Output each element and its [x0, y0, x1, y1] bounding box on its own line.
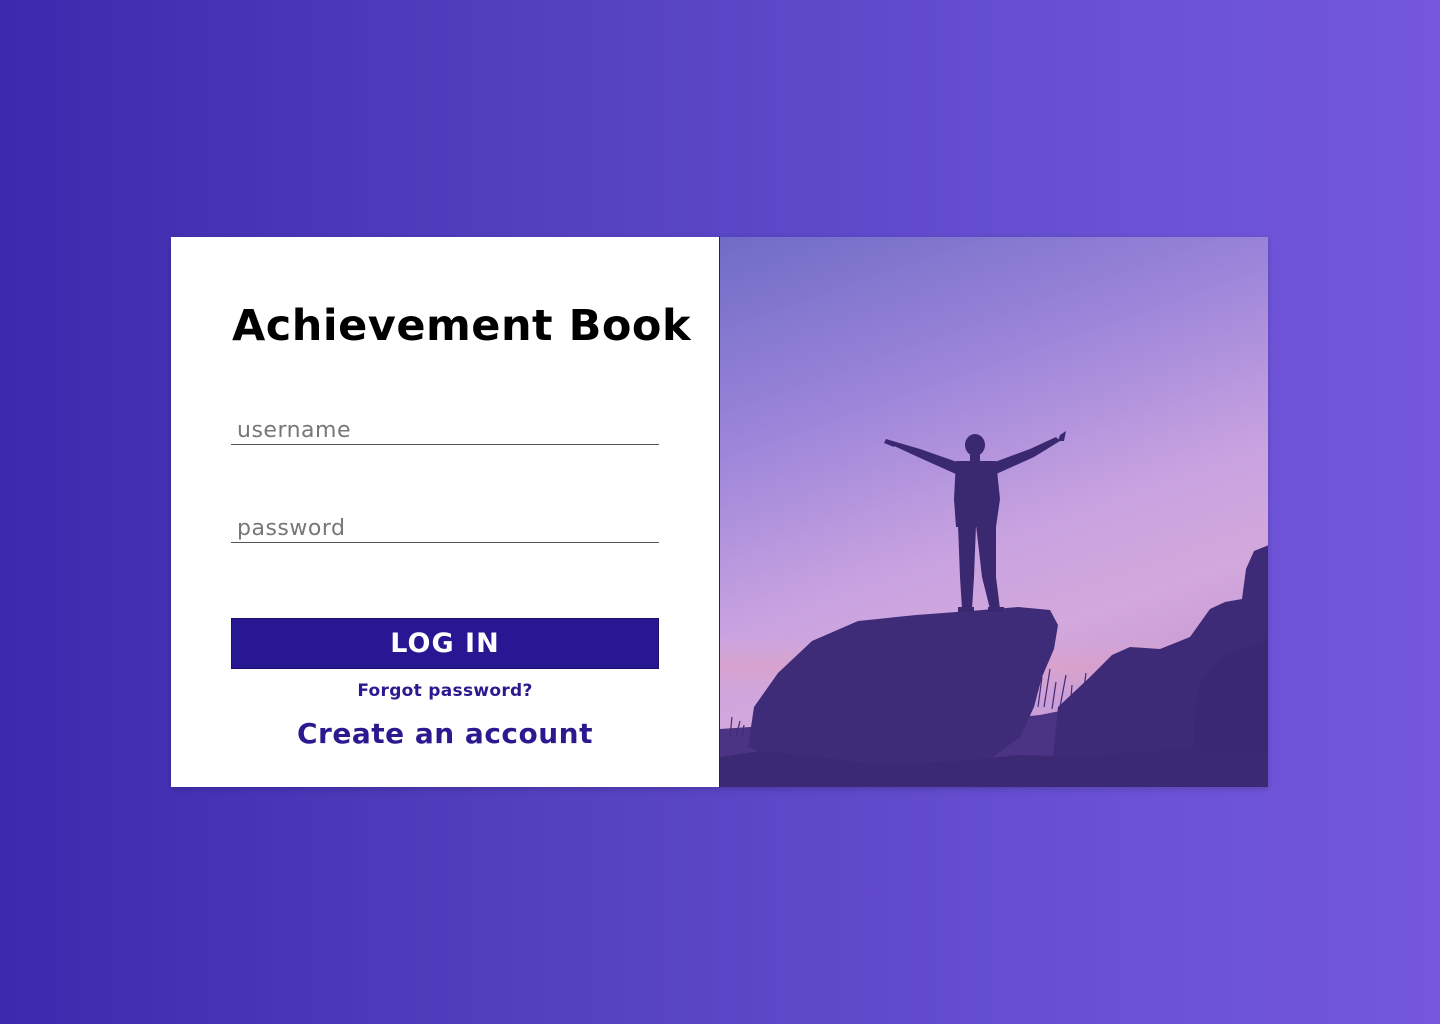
create-account-link[interactable]: Create an account [231, 717, 659, 750]
login-panel: Achievement Book LOG IN Forgot password?… [171, 237, 719, 787]
forgot-password-link[interactable]: Forgot password? [231, 681, 659, 701]
person-on-rock-silhouette-icon [720, 237, 1268, 787]
login-button[interactable]: LOG IN [231, 618, 659, 669]
username-input[interactable] [231, 417, 659, 445]
hero-photo [719, 237, 1268, 787]
login-card: Achievement Book LOG IN Forgot password?… [171, 237, 1268, 787]
app-title: Achievement Book [232, 301, 692, 351]
password-input[interactable] [231, 515, 659, 543]
